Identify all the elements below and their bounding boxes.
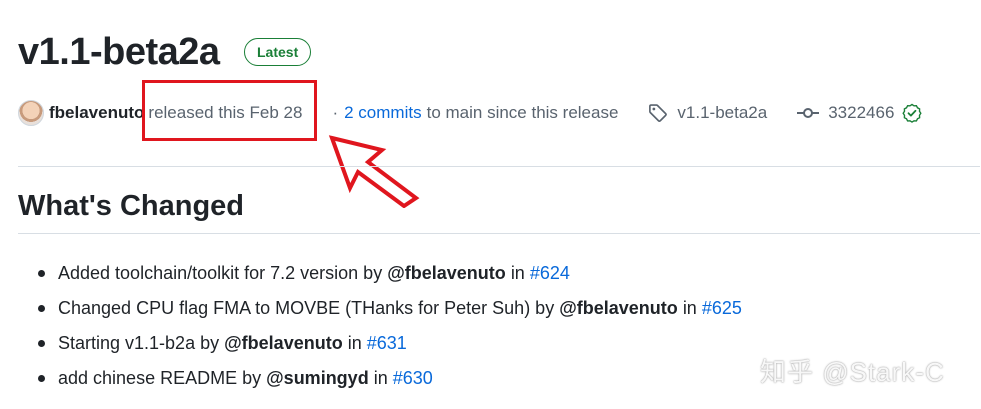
pr-link[interactable]: #630 [393,368,433,388]
list-item: add chinese README by @sumingyd in #630 [38,361,742,396]
change-text: add chinese README by [58,368,262,388]
release-page: v1.1-beta2a Latest fbelavenuto released … [0,0,981,409]
commit-sha: 3322466 [828,103,895,122]
annotation-arrow-icon [328,135,420,208]
user-mention[interactable]: @fbelavenuto [387,263,506,283]
pr-link[interactable]: #631 [367,333,407,353]
change-text: Changed CPU flag FMA to MOVBE (THanks fo… [58,298,555,318]
change-text: Starting v1.1-b2a by [58,333,220,353]
in-text: in [682,298,697,318]
tag-icon [649,104,668,122]
in-text: in [347,333,362,353]
pr-link[interactable]: #624 [530,263,570,283]
author-link[interactable]: fbelavenuto [49,103,144,123]
in-text: in [510,263,525,283]
user-mention[interactable]: @fbelavenuto [224,333,343,353]
change-text: Added toolchain/toolkit for 7.2 version … [58,263,383,283]
release-title[interactable]: v1.1-beta2a [18,26,220,78]
in-text: in [373,368,388,388]
commits-link[interactable]: 2 commits [344,103,421,123]
meta-separator: · [332,103,339,122]
commits-since-text: to main since this release [426,103,619,122]
user-mention[interactable]: @fbelavenuto [559,298,678,318]
user-mention[interactable]: @sumingyd [266,368,369,388]
git-commit-icon [797,108,820,118]
tag-label: v1.1-beta2a [677,103,768,122]
latest-badge: Latest [244,38,312,66]
author-avatar[interactable] [18,100,44,126]
annotation-highlight-box [142,80,317,141]
list-item: Changed CPU flag FMA to MOVBE (THanks fo… [38,291,742,326]
list-item: Starting v1.1-b2a by @fbelavenuto in #63… [38,326,742,361]
list-item: Added toolchain/toolkit for 7.2 version … [38,256,742,291]
watermark: 知乎 @Stark-C [760,357,945,387]
changes-list: Added toolchain/toolkit for 7.2 version … [38,256,742,396]
release-commit[interactable]: 3322466 [797,103,923,123]
pr-link[interactable]: #625 [702,298,742,318]
whats-changed-heading: What's Changed [18,190,245,222]
check-circle-icon[interactable] [902,103,923,123]
divider [18,166,980,167]
release-tag[interactable]: v1.1-beta2a [648,103,767,123]
divider [18,233,980,234]
